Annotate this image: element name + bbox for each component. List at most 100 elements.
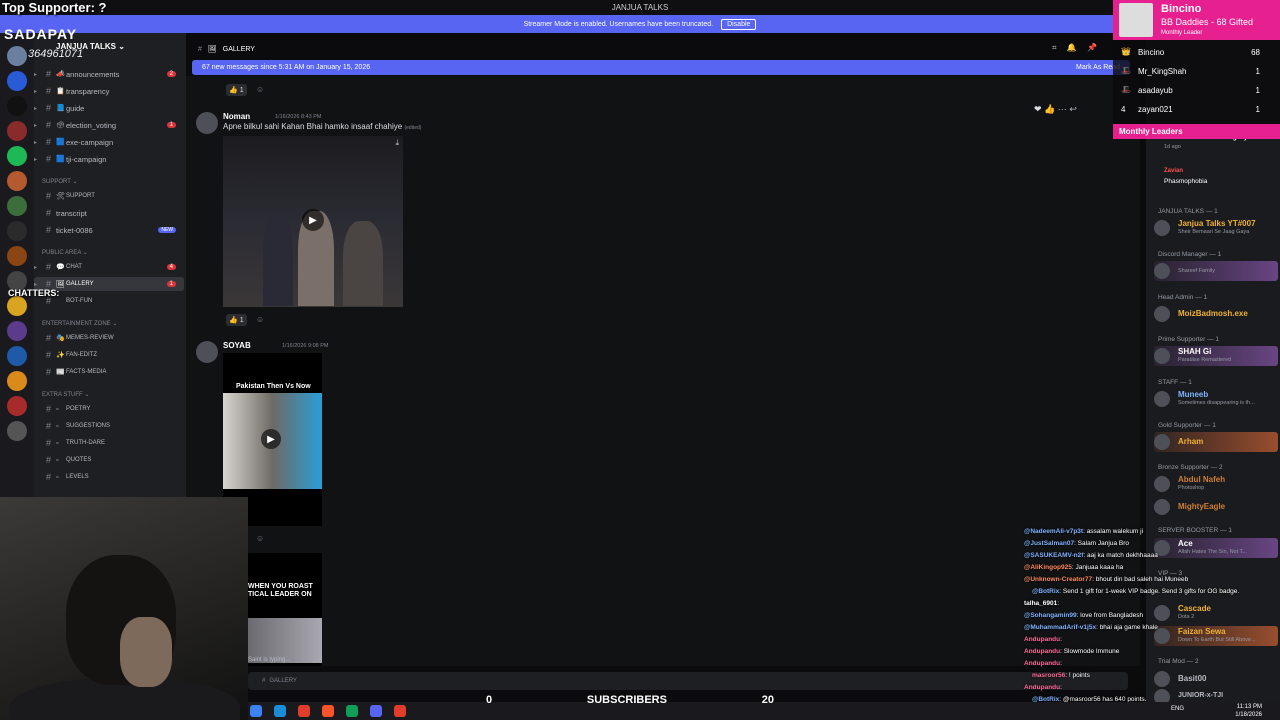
channel-election-voting[interactable]: ▸ # 🗳 election_voting 1 [34, 118, 184, 132]
obs-icon[interactable] [394, 705, 406, 717]
server-icon[interactable] [7, 196, 27, 216]
channel-suggestions[interactable]: # ▫ SUGGESTIONS [34, 419, 184, 433]
member-row[interactable]: SHAH Gi Paradise Remastered [1154, 346, 1278, 366]
stream-chat-line: @BotRix: Send 1 gift for 1-week VIP badg… [1032, 588, 1240, 595]
member-group: Bronze Supporter — 2 [1158, 464, 1223, 471]
member-activity[interactable]: Zavian Phasmophobia [1154, 167, 1278, 187]
more-icon[interactable]: ⋯ [1058, 104, 1067, 114]
subscriber-label: SUBSCRIBERS [586, 694, 667, 706]
channel-poetry[interactable]: # ▫ POETRY [34, 402, 184, 416]
pin-icon[interactable]: 📌 [1087, 43, 1097, 52]
thumbnail-title: WHEN YOU ROAST TICAL LEADER ON [248, 583, 313, 598]
category-support[interactable]: SUPPORT ⌄ [42, 178, 78, 185]
channel-transcript[interactable]: # transcript [34, 206, 184, 220]
member-group: Prime Supporter — 1 [1158, 336, 1220, 343]
server-icon[interactable] [7, 171, 27, 191]
member-row[interactable]: Muneeb Sometimes disappearing is th... [1154, 389, 1278, 409]
reaction-thumbs-up[interactable]: 👍 1 [226, 314, 247, 326]
category-entertainment[interactable]: ENTERTAINMENT ZONE ⌄ [42, 320, 117, 327]
stream-chat-line: Andupandu: [1024, 660, 1062, 667]
hat-icon: 🎩 [1121, 85, 1131, 94]
reaction-thumbs-up[interactable]: 👍 1 [226, 84, 247, 96]
threads-icon[interactable]: ⌗ [1052, 43, 1057, 52]
member-row[interactable]: MightyEagle [1154, 497, 1278, 517]
channel-announcements[interactable]: ▸ # 📣 announcements 2 [34, 67, 184, 81]
thumbs-up-icon: 👍 [229, 87, 238, 94]
stream-chat-line: Andupandu: [1024, 636, 1062, 643]
hash-icon: # [198, 45, 202, 53]
avatar [1154, 434, 1170, 450]
server-icon[interactable] [7, 221, 27, 241]
leaderboard-row: 4 zayan021 1 [1121, 105, 1260, 114]
new-messages-bar[interactable]: 67 new messages since 5:31 AM on January… [192, 60, 1130, 75]
message-author[interactable]: Noman [223, 112, 250, 121]
server-rail [0, 33, 34, 503]
server-icon[interactable] [7, 246, 27, 266]
channel-levels[interactable]: # ▫ LEVELS [34, 470, 184, 484]
language-indicator[interactable]: ENG [1171, 706, 1184, 712]
member-row[interactable]: Arham [1154, 432, 1278, 452]
channel-memes-review[interactable]: # 🎭 MEMES-REVIEW [34, 331, 184, 345]
taskbar-clock[interactable]: 11:13 PM 1/18/2026 [1235, 703, 1262, 719]
server-icon[interactable] [7, 421, 27, 441]
windows-start-icon[interactable] [250, 705, 262, 717]
channel-truth-dare[interactable]: # ▫ TRUTH-DARE [34, 436, 184, 450]
add-reaction-icon[interactable]: ☺ [256, 315, 264, 324]
channel-quotes[interactable]: # ▫ QUOTES [34, 453, 184, 467]
server-icon[interactable] [7, 121, 27, 141]
channel-transparency[interactable]: ▸ # 📋 transparency [34, 84, 184, 98]
discord-icon[interactable] [370, 705, 382, 717]
category-extra-stuff[interactable]: EXTRA STUFF ⌄ [42, 391, 89, 398]
avatar[interactable] [196, 112, 218, 134]
member-group: Discord Manager — 1 [1158, 251, 1222, 258]
server-icon[interactable] [7, 371, 27, 391]
thumbs-up-icon[interactable]: 👍 [1044, 104, 1055, 114]
channel-fan-editz[interactable]: # ✨ FAN-EDITZ [34, 348, 184, 362]
heart-icon[interactable]: ❤ [1034, 104, 1042, 114]
chrome-icon[interactable] [346, 705, 358, 717]
category-public-area[interactable]: PUBLIC AREA ⌄ [42, 249, 88, 256]
channel-facts-media[interactable]: # 📰 FACTS-MEDIA [34, 365, 184, 379]
channel-tji-campaign[interactable]: ▸ # 🟦 tji-campaign [34, 152, 184, 166]
reply-icon[interactable]: ↩ [1069, 104, 1077, 114]
edge-icon[interactable] [274, 705, 286, 717]
add-reaction-icon[interactable]: ☺ [256, 85, 264, 94]
download-icon[interactable]: ⤓ [395, 138, 399, 148]
server-icon[interactable] [7, 71, 27, 91]
channel-exe-campaign[interactable]: ▸ # 🟦 exe-campaign [34, 135, 184, 149]
opera-icon[interactable] [298, 705, 310, 717]
stream-chat-overlay: @NadeemAli-v7p3t: assalam walekum ji @Ju… [1024, 520, 1280, 720]
server-icon[interactable] [7, 146, 27, 166]
server-icon[interactable] [7, 96, 27, 116]
add-reaction-icon[interactable]: ☺ [256, 534, 264, 543]
message-author[interactable]: SOYAB [223, 341, 251, 350]
server-icon[interactable] [7, 346, 27, 366]
disable-button[interactable]: Disable [721, 18, 757, 30]
member-row[interactable]: Janjua Talks YT#007 Sheir Bemaari Se Jaag… [1154, 218, 1278, 238]
video-attachment[interactable]: ▶ ⤓ [223, 136, 403, 307]
play-icon[interactable]: ▶ [261, 429, 281, 449]
message-composer[interactable]: # GALLERY [248, 672, 1128, 690]
server-icon[interactable] [7, 46, 27, 66]
brave-icon[interactable] [322, 705, 334, 717]
member-row[interactable]: MoizBadmosh.exe [1154, 304, 1278, 324]
stream-chat-line: @Sohangamin99: love from Bangladesh [1024, 612, 1144, 619]
channel-chat[interactable]: ▸ # 💬 CHAT 4 [34, 260, 184, 274]
image-attachment[interactable]: WHEN YOU ROAST TICAL LEADER ON [248, 553, 322, 666]
notification-icon[interactable]: 🔔 [1067, 43, 1077, 52]
channel-support[interactable]: # 🛠 SUPPORT [34, 189, 184, 203]
server-icon[interactable] [7, 321, 27, 341]
avatar [1154, 263, 1170, 279]
leaderboard-footer: Monthly Leaders [1113, 124, 1280, 139]
server-icon[interactable] [7, 296, 27, 316]
stream-chat-line: masroor56: ! points [1032, 672, 1090, 679]
subscriber-goal-bar: 0 SUBSCRIBERS 20 [420, 691, 840, 709]
server-icon[interactable] [7, 396, 27, 416]
member-row[interactable]: Shareef Family [1154, 261, 1278, 281]
channel-guide[interactable]: ▸ # 📘 guide [34, 101, 184, 115]
channel-ticket[interactable]: # ticket-0086 NEW [34, 223, 184, 237]
member-row[interactable]: Abdul Nafeh Photoshop [1154, 474, 1278, 494]
video-person [343, 221, 383, 306]
play-icon[interactable]: ▶ [302, 209, 324, 231]
avatar[interactable] [196, 341, 218, 363]
